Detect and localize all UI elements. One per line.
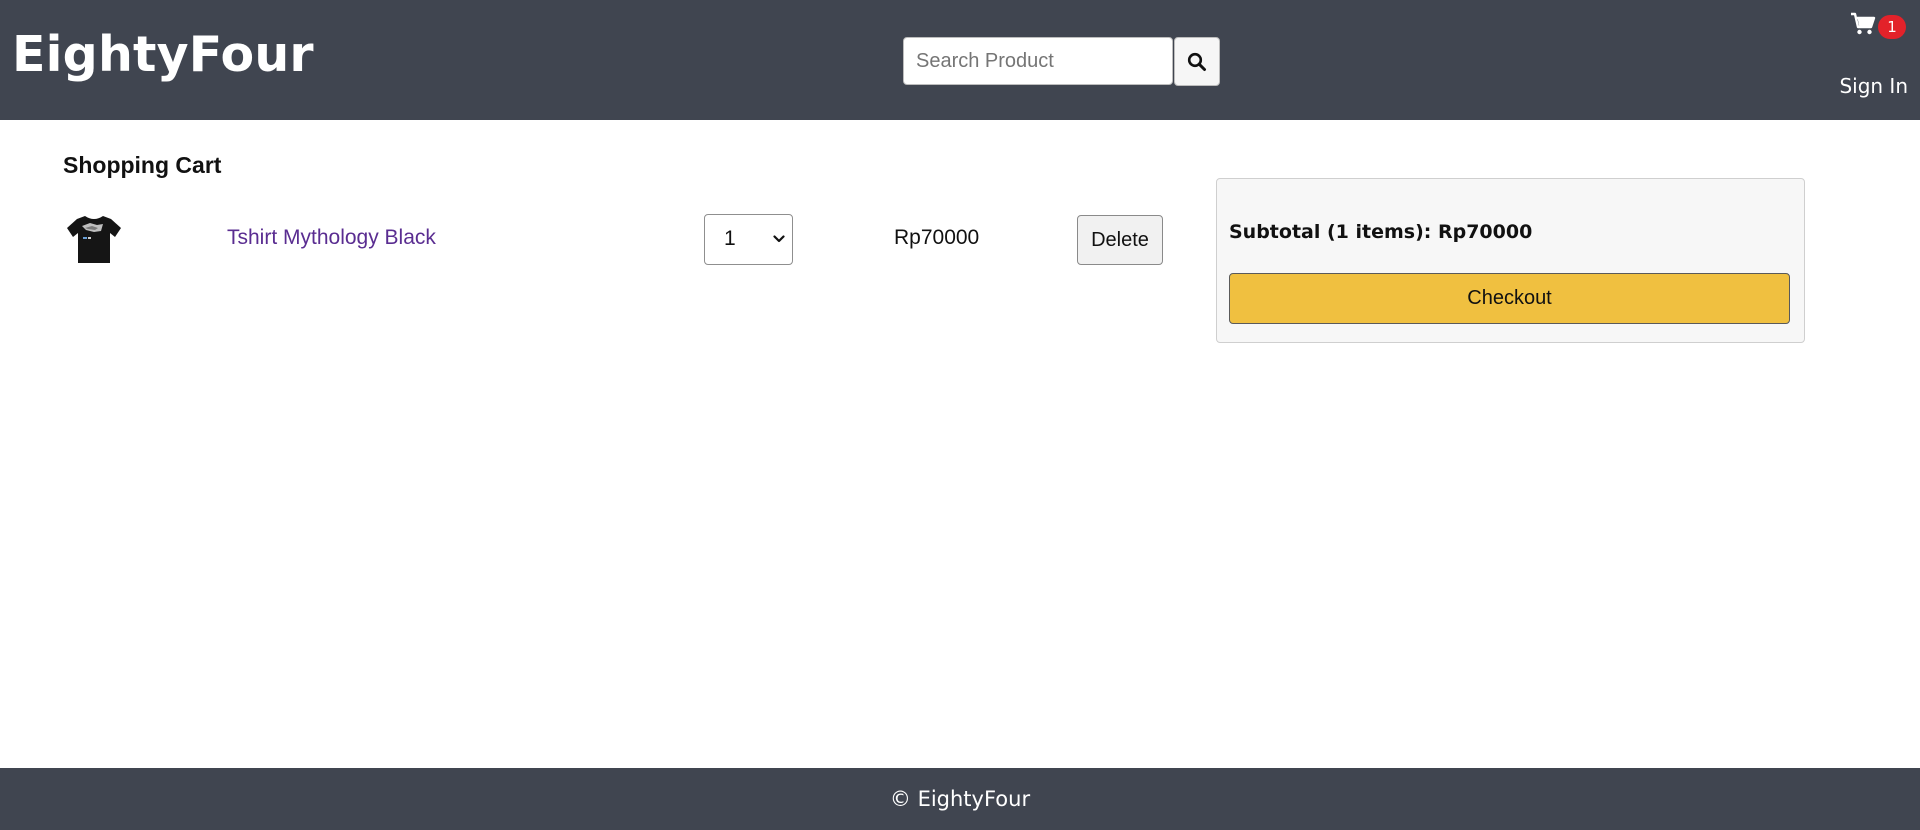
product-name-link[interactable]: Tshirt Mythology Black bbox=[227, 226, 436, 250]
cart-link[interactable]: 1 bbox=[1850, 12, 1910, 42]
delete-button[interactable]: Delete bbox=[1077, 215, 1163, 265]
tshirt-product-image[interactable] bbox=[64, 207, 124, 267]
shopping-cart-icon bbox=[1851, 12, 1876, 35]
site-header: EightyFour 1 Sign In bbox=[0, 0, 1920, 120]
checkout-button[interactable]: Checkout bbox=[1229, 273, 1790, 324]
page-title: Shopping Cart bbox=[63, 152, 222, 178]
search-input[interactable] bbox=[903, 37, 1173, 85]
page: EightyFour 1 Sign In Shopping Cart bbox=[0, 0, 1920, 830]
sign-in-link[interactable]: Sign In bbox=[1839, 74, 1908, 98]
footer-copyright: © EightyFour bbox=[889, 787, 1031, 811]
site-footer: © EightyFour bbox=[0, 768, 1920, 830]
item-price: Rp70000 bbox=[894, 226, 980, 249]
order-summary-card: Subtotal (1 items): Rp70000 Checkout bbox=[1216, 178, 1805, 343]
chevron-down-icon bbox=[773, 235, 785, 243]
search-button[interactable] bbox=[1174, 37, 1220, 86]
cart-count-badge: 1 bbox=[1878, 15, 1906, 39]
search-icon bbox=[1187, 52, 1206, 71]
quantity-select[interactable]: 1 bbox=[704, 214, 793, 265]
brand-logo[interactable]: EightyFour bbox=[12, 30, 314, 79]
subtotal-text: Subtotal (1 items): Rp70000 bbox=[1229, 221, 1533, 243]
quantity-value: 1 bbox=[724, 227, 736, 250]
